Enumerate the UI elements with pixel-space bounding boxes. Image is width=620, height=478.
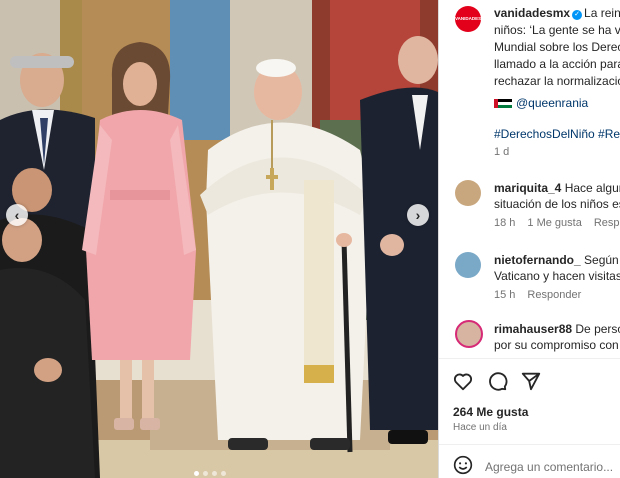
hashtags-link[interactable]: #DerechosDelNiño #Rein	[494, 127, 620, 141]
previous-image-button[interactable]: ‹	[6, 204, 28, 226]
comment-age: 18 h	[494, 217, 516, 229]
mention-line: @queenrania	[494, 96, 588, 110]
post-side-panel: VANIDADES vanidadesmx✓La reina niños: ‘L…	[438, 0, 620, 478]
account-avatar[interactable]: VANIDADES	[455, 6, 481, 32]
post-image: ‹ ›	[0, 0, 438, 478]
divider	[439, 358, 620, 359]
comment-input[interactable]: Agrega un comentario...	[485, 460, 613, 474]
verified-badge-icon: ✓	[572, 10, 583, 20]
comment-1-meta: 18 h 1 Me gusta Respond	[494, 217, 620, 229]
comment-2-meta: 15 h Responder	[494, 289, 593, 301]
divider	[439, 444, 620, 445]
mention-link[interactable]: @queenrania	[516, 96, 588, 110]
caption-text: La reina	[584, 6, 620, 20]
comment-username[interactable]: mariquita_4	[494, 181, 561, 195]
likes-count[interactable]: 264 Me gusta	[453, 405, 528, 419]
comment-3-line-2: por su compromiso con	[494, 338, 619, 352]
emoji-icon[interactable]	[453, 455, 473, 475]
like-heart-icon[interactable]	[452, 370, 474, 392]
caption-line-2: niños: ‘La gente se ha vu	[494, 23, 620, 37]
caption-line-3: Mundial sobre los Derec	[494, 40, 620, 54]
caption-line-1: vanidadesmx✓La reina	[494, 6, 620, 20]
flag-icon	[494, 99, 512, 108]
comment-text: De person	[575, 322, 620, 336]
comment-1-line-2: situación de los niños es	[494, 197, 620, 211]
post-timestamp: Hace un día	[453, 422, 507, 433]
share-send-icon[interactable]	[520, 370, 542, 392]
caption-line-5: rechazar la normalizació	[494, 74, 620, 88]
comment-username[interactable]: nietofernando_	[494, 253, 581, 267]
comment-1-line-1: mariquita_4 Hace algune	[494, 181, 620, 195]
post-photo	[0, 0, 438, 478]
post-age: 1 d	[494, 146, 510, 158]
comment-3-line-1: rimahauser88 De person	[494, 322, 620, 336]
caption-line-4: llamado a la acción para	[494, 57, 620, 71]
comment-2-line-2: Vaticano y hacen visitas c	[494, 269, 620, 283]
comment-text: Según e	[584, 253, 620, 267]
comment-username[interactable]: rimahauser88	[494, 322, 572, 336]
carousel-dot	[194, 471, 199, 476]
reply-button[interactable]: Responder	[527, 289, 581, 301]
commenter-avatar[interactable]	[455, 180, 481, 206]
commenter-avatar-story[interactable]	[455, 320, 483, 348]
comment-bubble-icon[interactable]	[486, 370, 508, 392]
carousel-dot	[203, 471, 208, 476]
account-username[interactable]: vanidadesmx	[494, 6, 570, 20]
carousel-dot	[212, 471, 217, 476]
next-image-button[interactable]: ›	[407, 204, 429, 226]
commenter-avatar[interactable]	[455, 252, 481, 278]
avatar-logo-text: VANIDADES	[455, 16, 481, 21]
reply-button[interactable]: Respond	[594, 217, 620, 229]
carousel-indicator	[194, 471, 226, 476]
comment-age: 15 h	[494, 289, 516, 301]
comment-likes[interactable]: 1 Me gusta	[527, 217, 581, 229]
comment-text: Hace algune	[564, 181, 620, 195]
comment-2-line-1: nietofernando_ Según e	[494, 253, 620, 267]
carousel-dot	[221, 471, 226, 476]
